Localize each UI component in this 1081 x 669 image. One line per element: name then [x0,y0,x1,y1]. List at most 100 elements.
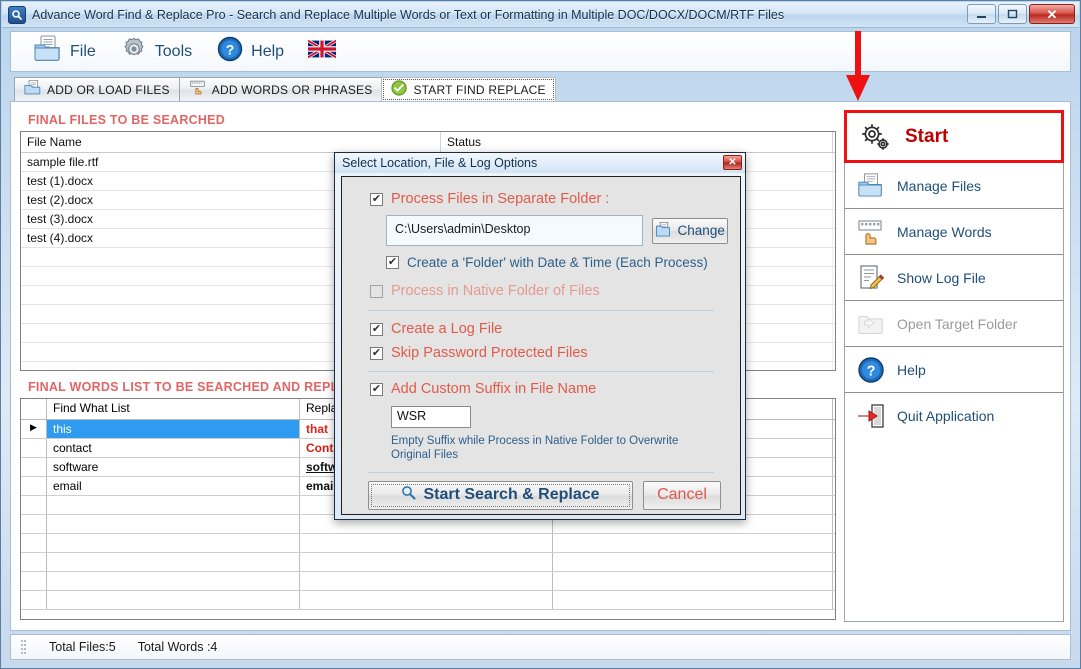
tab-bar: ADD OR LOAD FILES ADD WORDS OR PHRASES S… [14,77,1069,102]
options-dialog: Select Location, File & Log Options ✕ ✔ … [334,152,746,520]
tab-label: START FIND REPLACE [413,82,546,97]
change-folder-label: Change [677,223,725,238]
sidebar-item-start[interactable]: Start [844,110,1064,163]
custom-suffix-checkbox[interactable]: ✔ [370,382,383,396]
skip-password-row[interactable]: ✔ Skip Password Protected Files [370,345,728,361]
cell-find-what[interactable]: this [47,420,300,438]
table-row-empty[interactable] [21,572,835,591]
native-folder-checkbox[interactable] [370,284,383,298]
tab-add-words-or-phrases[interactable]: ADD WORDS OR PHRASES [178,77,383,102]
log-pencil-icon [857,264,885,292]
pointer-arrow-icon [846,31,870,101]
separate-folder-checkbox[interactable]: ✔ [370,192,383,206]
suffix-input-wrap: WSR [391,406,728,428]
title-bar: Advance Word Find & Replace Pro - Search… [2,2,1079,28]
green-check-icon [391,80,408,99]
custom-suffix-row[interactable]: ✔ Add Custom Suffix in File Name [370,381,728,397]
window-controls: ✕ [967,4,1075,24]
tab-start-find-replace[interactable]: START FIND REPLACE [381,77,556,102]
cell-find-what[interactable]: software [47,458,300,476]
search-icon [401,485,416,505]
menu-item-file[interactable]: File [23,35,106,68]
magnifier-icon [8,5,26,24]
exit-door-icon [857,402,885,430]
table-row-empty[interactable] [21,534,835,553]
gear-icon [120,35,148,68]
cancel-button[interactable]: Cancel [643,480,721,510]
divider-2 [368,371,714,372]
dialog-title: Select Location, File & Log Options [342,156,538,170]
suffix-input[interactable]: WSR [391,406,471,428]
tab-label: ADD WORDS OR PHRASES [211,82,373,97]
cell-row-indicator [21,439,47,457]
sidebar-item-manage-words[interactable]: Manage Words [845,209,1063,255]
dialog-actions: Start Search & Replace Cancel [368,480,728,510]
menu-item-tools[interactable]: Tools [110,36,202,68]
tab-label: ADD OR LOAD FILES [47,82,170,97]
cell-find-what[interactable]: email [47,477,300,495]
sidebar-item-show-log-file[interactable]: Show Log File [845,255,1063,301]
date-time-folder-checkbox[interactable]: ✔ [386,256,399,269]
menu-item-language[interactable] [298,36,346,68]
svg-text:?: ? [226,41,235,57]
date-time-folder-label: Create a 'Folder' with Date & Time (Each… [407,255,708,270]
column-header-status[interactable]: Status [441,132,833,152]
sidebar-item-open-target-folder[interactable]: Open Target Folder [845,301,1063,347]
sidebar-item-help[interactable]: ? Help [845,347,1063,393]
tab-add-or-load-files[interactable]: ADD OR LOAD FILES [14,77,180,102]
start-search-replace-button[interactable]: Start Search & Replace [368,480,633,510]
custom-suffix-label: Add Custom Suffix in File Name [391,381,597,397]
separate-folder-row[interactable]: ✔ Process Files in Separate Folder : [370,191,728,207]
dialog-close-button[interactable]: ✕ [723,155,742,170]
status-bar: Total Files:5 Total Words :4 [10,634,1071,660]
create-log-row[interactable]: ✔ Create a Log File [370,321,728,337]
skip-password-label: Skip Password Protected Files [391,345,588,361]
date-time-folder-row[interactable]: ✔ Create a 'Folder' with Date & Time (Ea… [386,255,728,270]
close-button[interactable]: ✕ [1029,4,1075,24]
application-window: Advance Word Find & Replace Pro - Search… [0,0,1081,669]
skip-password-checkbox[interactable]: ✔ [370,346,383,360]
sidebar-item-manage-files[interactable]: Manage Files [845,163,1063,209]
svg-text:?: ? [867,363,876,379]
total-words-label: Total Words :4 [137,640,218,654]
sidebar-item-quit-application[interactable]: Quit Application [845,393,1063,439]
column-header-find-what[interactable]: Find What List [47,399,300,419]
path-row: C:\Users\admin\Desktop Change [386,215,728,246]
change-folder-button[interactable]: Change [652,217,728,244]
sidebar-item-label: Help [897,361,926,378]
sidebar-item-label: Start [905,125,949,147]
cell-row-indicator [21,477,47,495]
sidebar: Start Manage Files Manage Words Show Log Fi… [844,110,1064,622]
native-folder-label: Process in Native Folder of Files [391,283,600,299]
cell-row-indicator: ▶ [21,420,47,438]
menu-item-file-label: File [70,42,96,60]
sidebar-item-label: Manage Words [897,223,992,240]
menu-item-help[interactable]: ? Help [206,36,294,68]
sidebar-item-label: Open Target Folder [897,315,1018,332]
total-files-label: Total Files:5 [49,640,116,654]
dialog-body: ✔ Process Files in Separate Folder : C:\… [341,176,741,515]
files-panel-title: FINAL FILES TO BE SEARCHED [20,110,836,131]
table-row-empty[interactable] [21,553,835,572]
table-row-empty[interactable] [21,591,835,610]
dialog-title-bar: Select Location, File & Log Options ✕ [335,153,745,173]
cell-find-what[interactable]: contact [47,439,300,457]
native-folder-row[interactable]: Process in Native Folder of Files [370,283,728,299]
cell-row-indicator [21,458,47,476]
sidebar-item-label: Show Log File [897,269,986,286]
target-path-input[interactable]: C:\Users\admin\Desktop [386,215,644,246]
files-grid-header: File Name Status [21,132,835,153]
column-header-file-name[interactable]: File Name [21,132,441,152]
menu-item-help-label: Help [251,42,285,60]
minimize-button[interactable] [967,4,996,24]
create-log-checkbox[interactable]: ✔ [370,322,383,336]
start-search-replace-label: Start Search & Replace [423,486,600,504]
sidebar-item-label: Quit Application [897,408,995,424]
file-folder-icon [33,35,63,68]
status-grip-icon [21,640,27,654]
hand-keyboard-icon [189,80,206,99]
maximize-button[interactable] [998,4,1027,24]
divider-3 [368,471,714,473]
folder-icon [857,310,885,338]
uk-flag-icon [307,39,337,63]
